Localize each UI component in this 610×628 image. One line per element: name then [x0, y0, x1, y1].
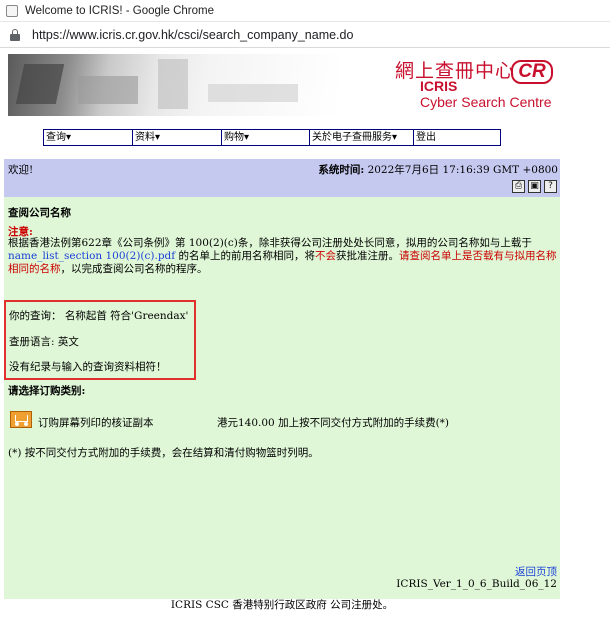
note-body: 根据香港法例第622章《公司条例》第 100(2)(c)条，除非获得公司注册处处…	[8, 237, 558, 276]
main-menu: 查询▾ 资料▾ 购物▾ 关於电子查冊服务▾ 登出	[43, 129, 501, 146]
menu-logout[interactable]: 登出	[414, 130, 500, 145]
query-label: 你的查询： 名称起首 符合'Greendax'	[9, 310, 189, 322]
lock-icon[interactable]	[10, 28, 20, 41]
system-time-label: 系统时间:	[318, 164, 365, 176]
menu-query[interactable]: 查询▾	[44, 130, 133, 145]
banner-photo	[8, 54, 338, 116]
browser-titlebar: Welcome to ICRIS! - Google Chrome	[0, 0, 610, 22]
logo-subtitle: Cyber Search Centre	[420, 94, 552, 110]
help-icon[interactable]: ?	[544, 180, 557, 193]
note-not: 不会	[315, 250, 336, 262]
order-option-row: 订购屏幕列印的核证副本 港元140.00 加上按不同交付方式附加的手续费(*)	[8, 409, 560, 429]
url-text[interactable]: https://www.icris.cr.gov.hk/csci/search_…	[32, 28, 353, 42]
menu-information[interactable]: 资料▾	[133, 130, 222, 145]
search-language: 查册语言: 英文	[9, 336, 79, 348]
name-list-pdf-link[interactable]: name_list_section 100(2)(c).pdf	[8, 250, 175, 262]
logo-icris: ICRIS	[420, 78, 458, 94]
system-time-value: 2022年7月6日 17:16:39 GMT +0800	[364, 164, 558, 176]
address-bar[interactable]: https://www.icris.cr.gov.hk/csci/search_…	[0, 22, 610, 48]
window-title: Welcome to ICRIS! - Google Chrome	[25, 4, 214, 17]
order-type-title: 请选择订购类别:	[8, 385, 86, 397]
logo-cr: CR	[511, 60, 553, 84]
page-header: 欢迎! 系统时间: 2022年7月6日 17:16:39 GMT +0800 ⎙…	[4, 159, 560, 197]
system-time: 系统时间: 2022年7月6日 17:16:39 GMT +0800	[318, 162, 558, 177]
copyright-footer: ICRIS CSC 香港特别行政区政府 公司注册处。	[170, 599, 394, 611]
save-icon[interactable]: ▣	[528, 180, 541, 193]
no-record-message: 没有纪录与输入的查询资料相符！	[9, 361, 167, 373]
note-text-2: 的名单上的前用名称相同，将	[175, 250, 315, 262]
menu-about-service[interactable]: 关於电子查冊服务▾	[310, 130, 414, 145]
page-title: 查阅公司名称	[8, 207, 71, 219]
welcome-text: 欢迎!	[8, 164, 34, 176]
note-text-3: 获批准注册。	[336, 250, 399, 262]
search-result-box: 你的查询： 名称起首 符合'Greendax' 查册语言: 英文 没有纪录与输入…	[4, 300, 196, 380]
order-item-label: 订购屏幕列印的核证副本	[38, 417, 154, 429]
icris-banner: 網上查冊中心 CR ICRIS Cyber Search Centre	[8, 54, 556, 116]
note-text-1: 根据香港法例第622章《公司条例》第 100(2)(c)条，除非获得公司注册处处…	[8, 237, 532, 249]
header-tools: ⎙ ▣ ?	[512, 180, 557, 193]
note-text-4: ，以完成查阅公司名称的程序。	[60, 263, 208, 275]
menu-shopping[interactable]: 购物▾	[222, 130, 310, 145]
order-item-price: 港元140.00 加上按不同交付方式附加的手续费(*)	[217, 417, 450, 429]
shopping-cart-icon[interactable]	[10, 411, 32, 428]
page-favicon-icon	[6, 4, 18, 17]
printer-icon[interactable]: ⎙	[512, 180, 525, 193]
main-content: 查阅公司名称 注意: 根据香港法例第622章《公司条例》第 100(2)(c)条…	[4, 197, 560, 599]
version-text: ICRIS_Ver_1_0_6_Build_06_12	[396, 578, 557, 590]
fee-footnote: (*) 按不同交付方式附加的手续费，会在结算和清付购物篮时列明。	[8, 447, 319, 459]
back-to-top-link[interactable]: 返回页顶	[515, 564, 557, 579]
